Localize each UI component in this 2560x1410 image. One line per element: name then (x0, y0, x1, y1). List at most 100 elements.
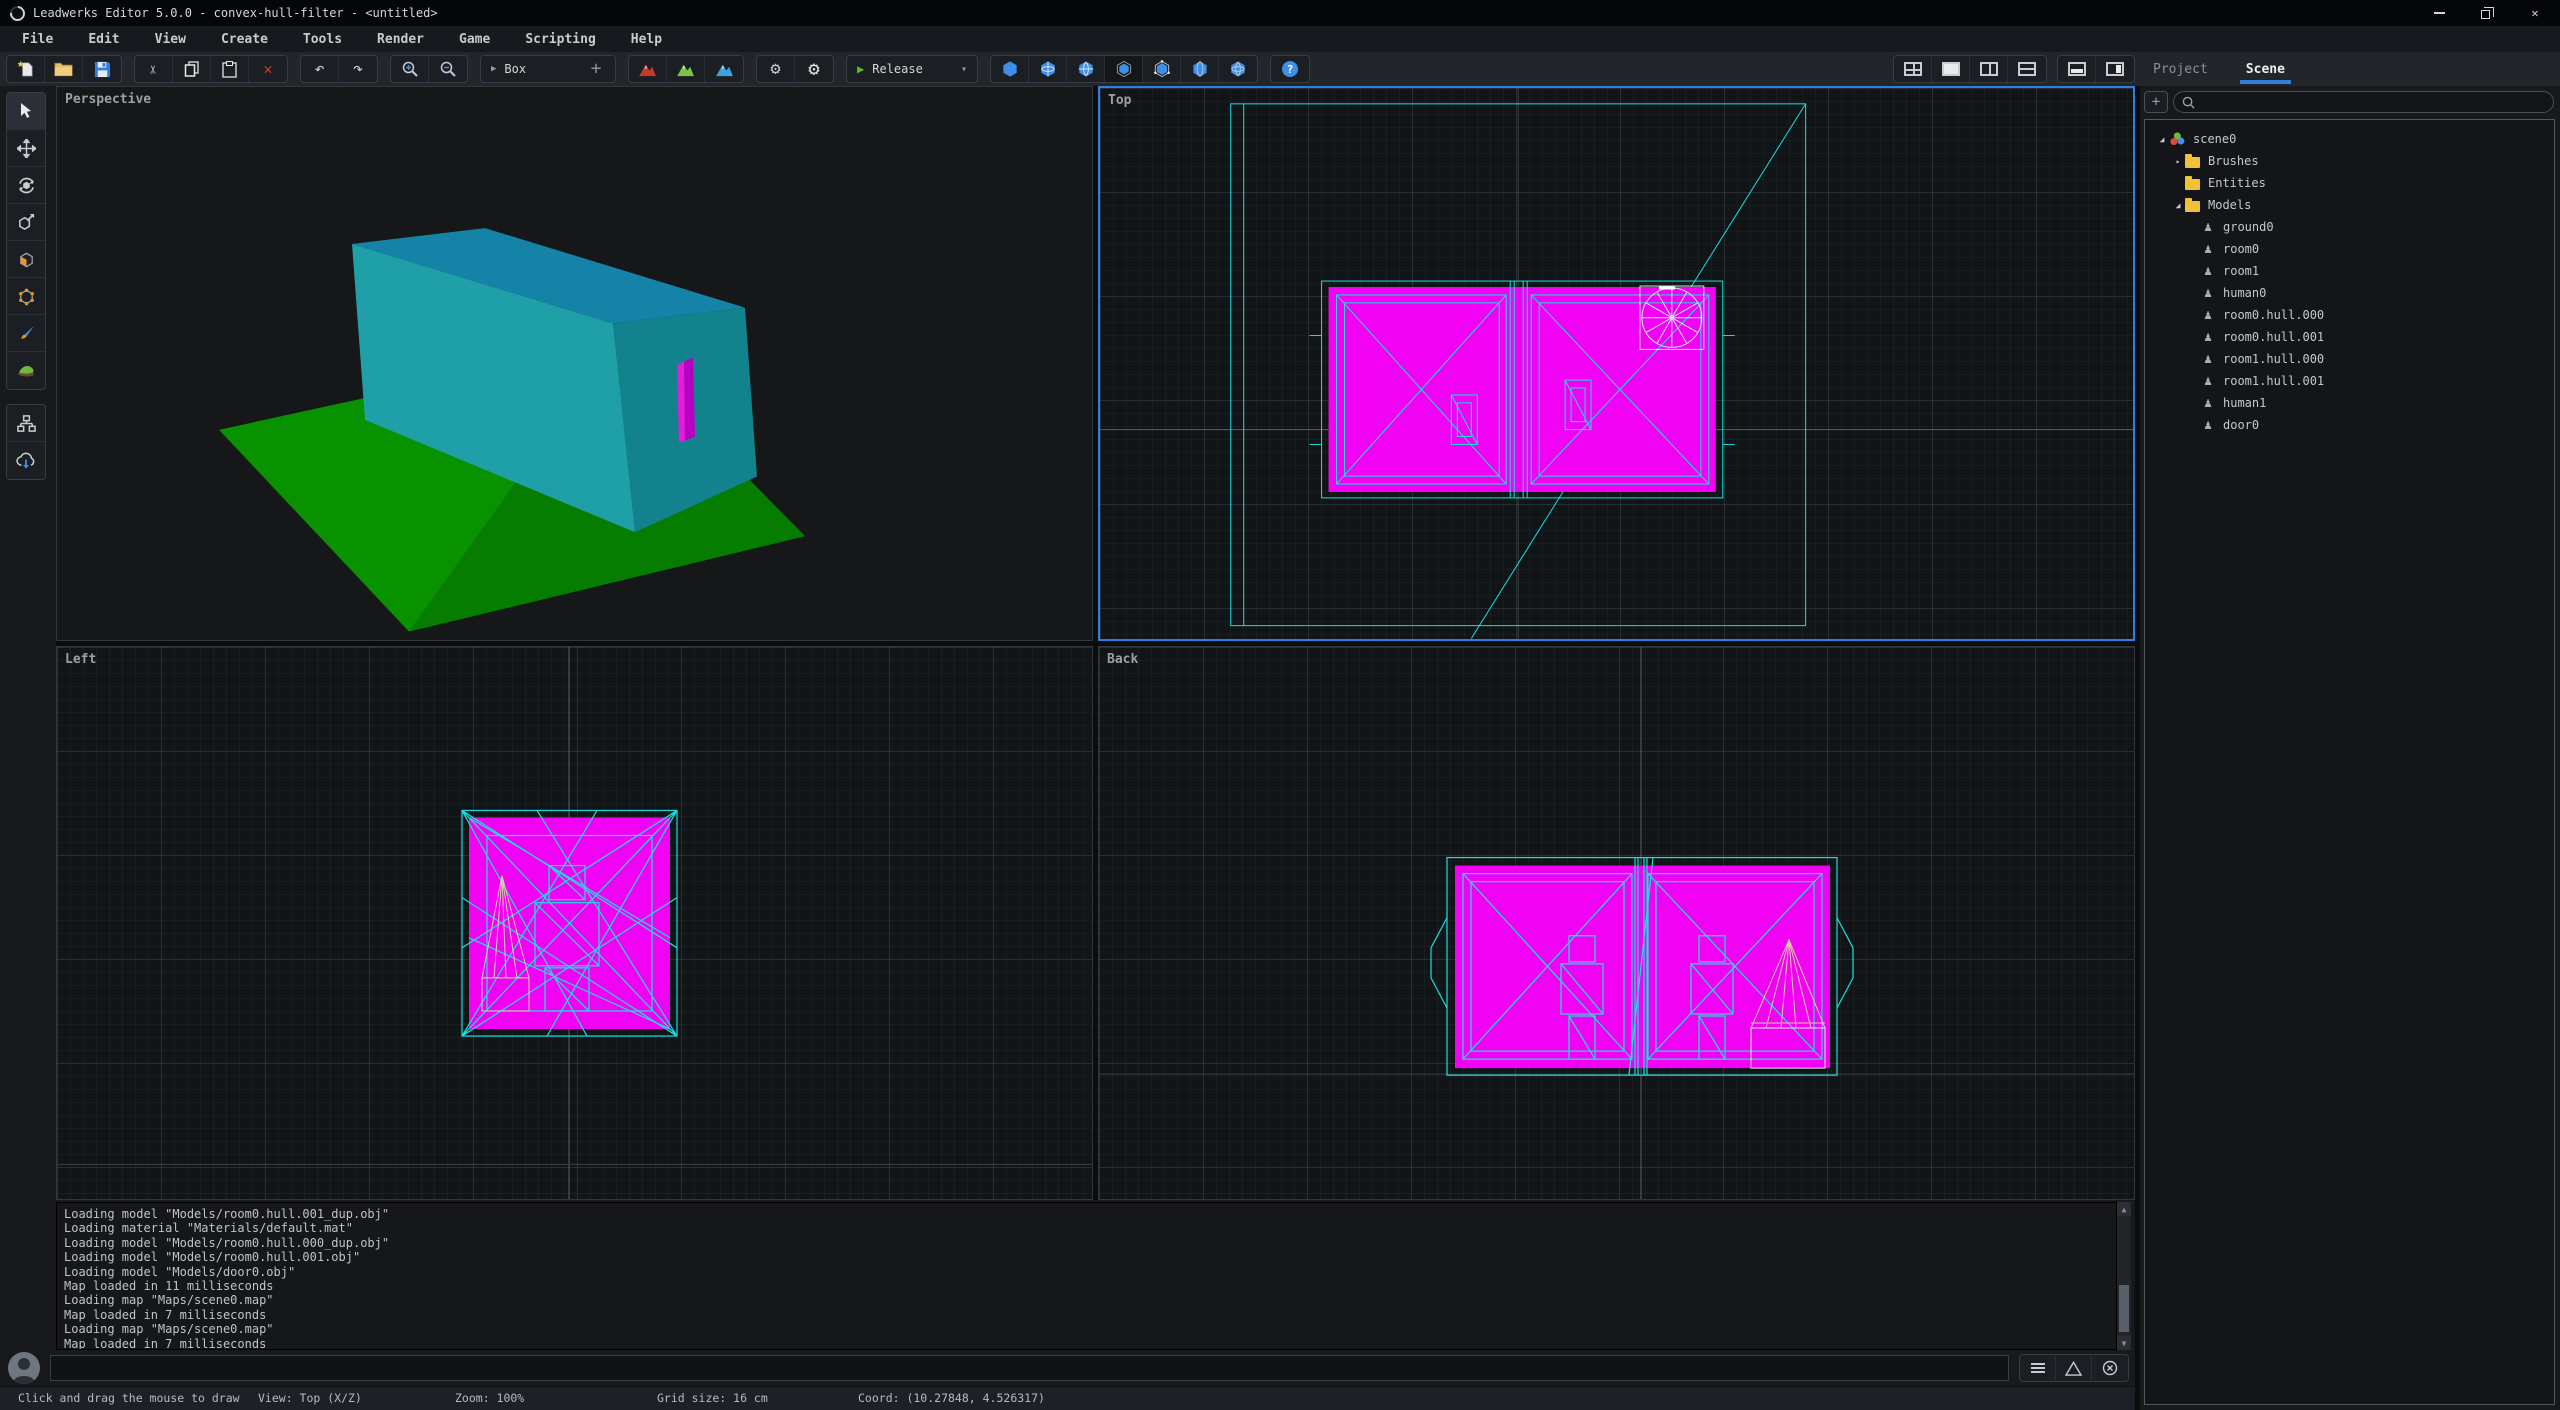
console-command-input[interactable] (50, 1355, 2009, 1381)
scene-search-input[interactable] (2201, 94, 2545, 110)
console-log-line: Map loaded in 11 milliseconds (64, 1279, 2110, 1293)
scrollbar-thumb[interactable] (2119, 1285, 2129, 1332)
terrain-red-button[interactable] (629, 56, 667, 82)
display-toggle-1[interactable] (991, 56, 1029, 82)
menu-item[interactable]: Help (627, 32, 666, 47)
layout-vsplit-button[interactable] (1970, 56, 2008, 82)
expander-icon[interactable]: ◢ (2155, 135, 2169, 144)
log-filter-errors-button[interactable] (2092, 1355, 2128, 1381)
terrain-blue-button[interactable] (705, 56, 743, 82)
display-toggle-7[interactable] (1219, 56, 1257, 82)
add-primitive-button[interactable]: + (577, 56, 615, 82)
tree-row[interactable]: room0.hull.000 (2145, 304, 2554, 326)
tree-row[interactable]: room1.hull.000 (2145, 348, 2554, 370)
toggle-sidebar-button[interactable] (2096, 56, 2134, 82)
layout-single-button[interactable] (1932, 56, 1970, 82)
viewport-left[interactable]: Left (56, 646, 1093, 1201)
scroll-up-icon[interactable]: ▲ (2117, 1202, 2131, 1216)
console-scrollbar[interactable]: ▲ ▼ (2116, 1202, 2131, 1350)
help-button[interactable]: ? (1271, 56, 1309, 82)
menu-item[interactable]: Create (217, 32, 272, 47)
log-filter-all-button[interactable] (2020, 1355, 2056, 1381)
menu-item[interactable]: Tools (299, 32, 346, 47)
cloud-download-button[interactable] (7, 442, 45, 479)
options-button[interactable]: ⚙ (795, 56, 833, 82)
new-file-button[interactable] (7, 56, 45, 82)
expander-icon[interactable]: ▸ (2171, 157, 2185, 166)
settings-button[interactable]: ⚙ (757, 56, 795, 82)
tree-row[interactable]: ◢ scene0 (2145, 128, 2554, 150)
vertex-select-tool-button[interactable] (7, 278, 45, 315)
menu-item[interactable]: File (18, 32, 57, 47)
tab-scene[interactable]: Scene (2246, 52, 2285, 86)
display-toggle-6[interactable] (1181, 56, 1219, 82)
tree-row[interactable]: room0 (2145, 238, 2554, 260)
add-entity-button[interactable]: + (2144, 91, 2168, 113)
zoom-in-button[interactable] (391, 56, 429, 82)
tree-row[interactable]: room0.hull.001 (2145, 326, 2554, 348)
menu-bar: File Edit View Create Tools Render Game Scripti… (0, 26, 2560, 52)
tree-row[interactable]: ▸ Brushes (2145, 150, 2554, 172)
scroll-down-icon[interactable]: ▼ (2117, 1336, 2131, 1350)
tree-row[interactable]: ground0 (2145, 216, 2554, 238)
minimize-button[interactable] (2432, 6, 2446, 20)
user-avatar[interactable] (8, 1352, 40, 1384)
close-button[interactable]: ✕ (2528, 6, 2542, 20)
tree-item-label: Models (2208, 198, 2251, 212)
viewport-top[interactable]: Top (1098, 86, 2135, 641)
console-log-line: Loading model "Models/room0.hull.001_dup… (64, 1207, 2110, 1221)
paste-button[interactable] (211, 56, 249, 82)
viewport-perspective[interactable]: Perspective (56, 86, 1093, 641)
expander-icon[interactable]: ◢ (2171, 201, 2185, 210)
primitive-dropdown[interactable]: ▶ Box (481, 56, 577, 82)
display-toggle-5[interactable] (1143, 56, 1181, 82)
tree-row[interactable]: room1 (2145, 260, 2554, 282)
console-log[interactable]: Loading model "Models/room0.hull.001_dup… (56, 1202, 2131, 1350)
tree-item-label: room1.hull.000 (2223, 352, 2324, 366)
toggle-console-button[interactable] (2058, 56, 2096, 82)
menu-item[interactable]: View (151, 32, 190, 47)
log-filter-warnings-button[interactable] (2056, 1355, 2092, 1381)
tree-row[interactable]: room1.hull.001 (2145, 370, 2554, 392)
rotate-tool-button[interactable] (7, 167, 45, 204)
open-button[interactable] (45, 56, 83, 82)
hierarchy-tool-button[interactable] (7, 405, 45, 442)
redo-button[interactable]: ↷ (339, 56, 377, 82)
delete-button[interactable]: ✕ (249, 56, 287, 82)
move-tool-button[interactable] (7, 130, 45, 167)
layout-quad-button[interactable] (1894, 56, 1932, 82)
tree-row[interactable]: Entities (2145, 172, 2554, 194)
display-toggle-3[interactable] (1067, 56, 1105, 82)
menu-item[interactable]: Game (455, 32, 494, 47)
viewport-back[interactable]: Back (1098, 646, 2135, 1201)
face-select-tool-button[interactable] (7, 241, 45, 278)
layout-hsplit-button[interactable] (2008, 56, 2046, 82)
copy-button[interactable] (173, 56, 211, 82)
save-button[interactable] (83, 56, 121, 82)
select-tool-button[interactable] (7, 93, 45, 130)
restore-button[interactable] (2480, 6, 2494, 20)
perspective-scene (57, 87, 1092, 640)
orb-bothaxes-icon (1229, 60, 1247, 78)
terrain-green-button[interactable] (667, 56, 705, 82)
menu-item[interactable]: Scripting (521, 32, 599, 47)
tree-row[interactable]: human1 (2145, 392, 2554, 414)
display-toggle-4[interactable] (1105, 56, 1143, 82)
scene-search[interactable] (2173, 91, 2554, 113)
tree-row[interactable]: ◢ Models (2145, 194, 2554, 216)
tree-row[interactable]: human0 (2145, 282, 2554, 304)
undo-button[interactable]: ↶ (301, 56, 339, 82)
menu-item[interactable]: Render (373, 32, 428, 47)
cut-button[interactable]: ✂ (135, 56, 173, 82)
paint-tool-button[interactable] (7, 315, 45, 352)
scale-tool-button[interactable] (7, 204, 45, 241)
menu-item[interactable]: Edit (84, 32, 123, 47)
status-hint: Click and drag the mouse to draw (18, 1391, 240, 1405)
display-toggle-2[interactable] (1029, 56, 1067, 82)
tree-item-icon (2201, 418, 2215, 432)
tree-row[interactable]: door0 (2145, 414, 2554, 436)
tab-project[interactable]: Project (2153, 52, 2208, 86)
terrain-tool-button[interactable] (7, 352, 45, 389)
zoom-out-button[interactable] (429, 56, 467, 82)
build-config-dropdown[interactable]: ▶ Release ▾ (847, 56, 977, 82)
